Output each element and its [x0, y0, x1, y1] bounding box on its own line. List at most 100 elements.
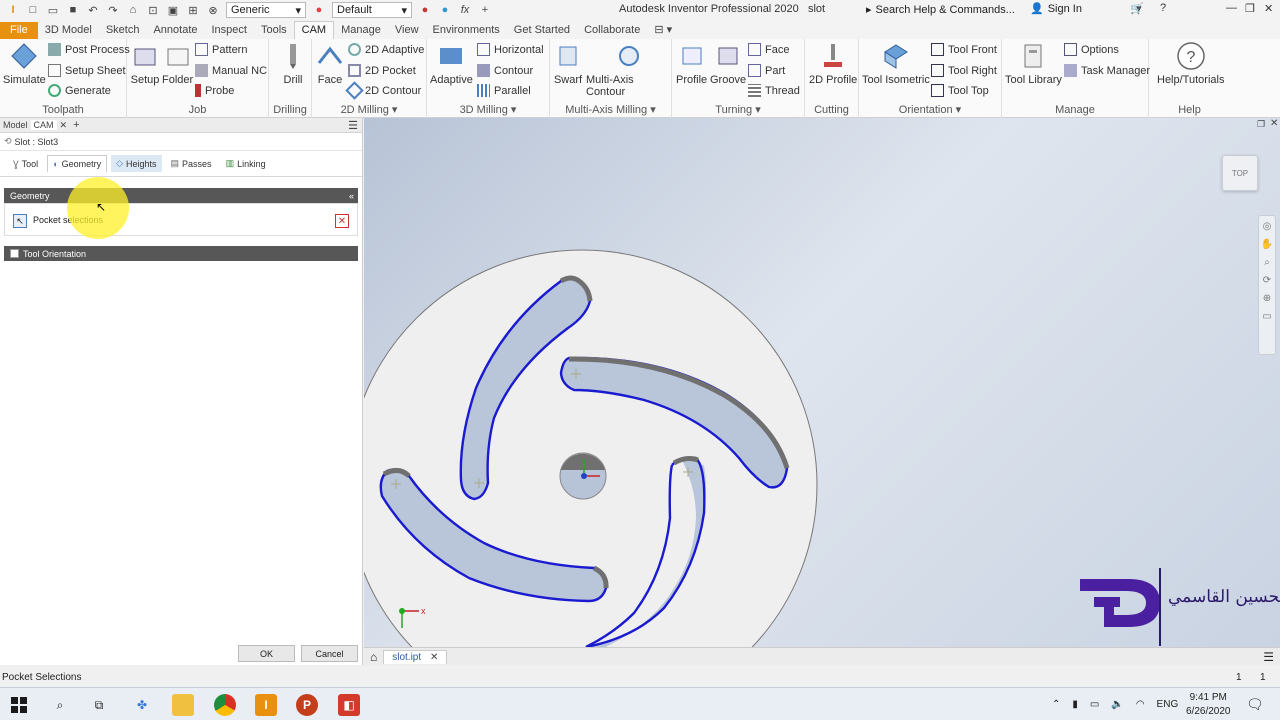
orbit-icon[interactable]: ⟳: [1263, 275, 1271, 286]
menu-sketch[interactable]: Sketch: [99, 22, 147, 39]
help-tutorials-button[interactable]: ? Help/Tutorials: [1157, 41, 1224, 86]
horizontal-button[interactable]: Horizontal: [477, 43, 544, 56]
color2-icon[interactable]: ●: [438, 3, 452, 17]
volume-icon[interactable]: 🔈: [1111, 699, 1123, 710]
select-icon[interactable]: ⊡: [146, 3, 160, 17]
drill-button[interactable]: Drill: [278, 41, 308, 86]
zoom-icon[interactable]: ⌕: [1264, 257, 1270, 268]
tool-library-button[interactable]: Tool Library: [1005, 41, 1062, 86]
2d-contour-button[interactable]: 2D Contour: [345, 81, 421, 100]
task-manager-button[interactable]: Task Manager: [1064, 64, 1150, 77]
battery-icon[interactable]: ▭: [1090, 699, 1099, 710]
viewcube[interactable]: TOP: [1222, 155, 1258, 191]
thread-button[interactable]: Thread: [748, 84, 800, 97]
chrome-icon[interactable]: [214, 694, 236, 716]
pocket-selection-row[interactable]: ↖ Pocket selections ✕: [4, 203, 358, 236]
file-explorer-icon[interactable]: [172, 694, 194, 716]
parallel-button[interactable]: Parallel: [477, 84, 531, 97]
fan-app-icon[interactable]: ✤: [131, 694, 153, 716]
windows-start-icon[interactable]: [8, 694, 30, 716]
orientation-group-label[interactable]: Orientation ▾: [859, 103, 1001, 116]
face-button[interactable]: Face: [315, 41, 345, 86]
probe-button[interactable]: Probe: [195, 84, 234, 97]
inventor-logo-icon[interactable]: I: [6, 3, 20, 17]
wifi-icon[interactable]: ◠: [1136, 699, 1145, 710]
turning-face-button[interactable]: Face: [748, 43, 789, 56]
powerpoint-icon[interactable]: P: [296, 694, 318, 716]
plus-icon[interactable]: +: [478, 3, 492, 17]
pan-icon[interactable]: ✋: [1261, 239, 1273, 250]
menu-inspect[interactable]: Inspect: [205, 22, 254, 39]
close-doc-icon[interactable]: ⊗: [206, 3, 220, 17]
menu-environments[interactable]: Environments: [426, 22, 507, 39]
tab-geometry[interactable]: ◐ Geometry: [47, 155, 108, 172]
minimize-icon[interactable]: —: [1226, 2, 1237, 14]
tab-linking[interactable]: ▥ Linking: [221, 155, 271, 172]
pattern-button[interactable]: Pattern: [195, 43, 247, 56]
menu-collaborate[interactable]: Collaborate: [577, 22, 647, 39]
clock[interactable]: 9:41 PM 6/26/2020: [1186, 688, 1231, 720]
menu-cam[interactable]: CAM: [293, 21, 335, 39]
2d-profile-button[interactable]: 2D Profile: [809, 41, 857, 86]
post-process-button[interactable]: Post Process: [48, 43, 130, 56]
add-tab-button[interactable]: +: [70, 119, 82, 131]
2d-adaptive-button[interactable]: 2D Adaptive: [348, 43, 424, 56]
viewport-close-icon[interactable]: ✕: [1270, 118, 1278, 129]
menu-annotate[interactable]: Annotate: [146, 22, 204, 39]
menu-tools[interactable]: Tools: [254, 22, 294, 39]
look-at-icon[interactable]: ⊕: [1263, 293, 1271, 304]
usb-icon[interactable]: ▮: [1072, 699, 1078, 710]
open-icon[interactable]: ▭: [46, 3, 60, 17]
viewport-maximize-icon[interactable]: ❐: [1257, 119, 1265, 130]
tab-cam[interactable]: CAM: [30, 120, 57, 130]
help-search-input[interactable]: ▸ Search Help & Commands...: [866, 1, 1026, 18]
save-icon[interactable]: ■: [66, 3, 80, 17]
menu-manage[interactable]: Manage: [334, 22, 388, 39]
doc-tab-slot[interactable]: slot.ipt ✕: [383, 649, 448, 664]
measure-icon[interactable]: ⊞: [186, 3, 200, 17]
fx-icon[interactable]: fx: [458, 3, 472, 17]
cancel-button[interactable]: Cancel: [301, 645, 358, 662]
multi-axis-group-label[interactable]: Multi-Axis Milling ▾: [550, 103, 671, 116]
menu-3d-model[interactable]: 3D Model: [38, 22, 99, 39]
appearance-select[interactable]: Generic ▾: [226, 2, 306, 18]
tab-heights[interactable]: ◇ Heights: [111, 155, 162, 172]
cart-icon[interactable]: 🛒: [1130, 2, 1144, 15]
display-style-select[interactable]: Default ▾: [332, 2, 412, 18]
task-view-icon[interactable]: ⧉: [88, 694, 110, 716]
graphics-viewport[interactable]: x TOP ❐ ✕ ◎ ✋ ⌕ ⟳ ⊕ ▭ الحسين القاسمي: [364, 118, 1280, 647]
inventor-taskbar-icon[interactable]: I: [255, 694, 277, 716]
update-icon[interactable]: ▣: [166, 3, 180, 17]
tab-passes[interactable]: ▤ Passes: [166, 155, 217, 172]
home-icon[interactable]: ⌂: [126, 3, 140, 17]
sign-in-button[interactable]: 👤 Sign In ▾: [1030, 2, 1141, 16]
ribbon-options-icon[interactable]: ⊟ ▾: [647, 21, 679, 39]
recorder-app-icon[interactable]: ◧: [338, 694, 360, 716]
panel-menu-icon[interactable]: ☰: [345, 119, 362, 132]
clear-selection-icon[interactable]: ✕: [335, 214, 349, 228]
generate-button[interactable]: Generate: [48, 84, 111, 97]
home-tab-icon[interactable]: ⌂: [364, 650, 383, 664]
folder-button[interactable]: Folder: [162, 41, 193, 86]
2d-milling-group-label[interactable]: 2D Milling ▾: [312, 103, 426, 116]
setup-button[interactable]: Setup: [130, 41, 160, 86]
undo-icon[interactable]: ↶: [86, 3, 100, 17]
options-button[interactable]: Options: [1064, 43, 1119, 56]
swarf-button[interactable]: Swarf: [553, 41, 583, 86]
new-icon[interactable]: □: [26, 3, 40, 17]
ok-button[interactable]: OK: [238, 645, 295, 662]
notifications-icon[interactable]: 🗨: [1246, 688, 1264, 720]
tool-front-button[interactable]: Tool Front: [931, 43, 997, 56]
color-icon[interactable]: ●: [418, 3, 432, 17]
maximize-icon[interactable]: ❐: [1245, 2, 1255, 15]
fit-icon[interactable]: ▭: [1262, 311, 1271, 322]
redo-icon[interactable]: ↷: [106, 3, 120, 17]
manual-nc-button[interactable]: Manual NC: [195, 64, 267, 77]
tab-model[interactable]: Model: [0, 120, 31, 130]
2d-pocket-button[interactable]: 2D Pocket: [348, 64, 416, 77]
tool-top-button[interactable]: Tool Top: [931, 84, 989, 97]
adaptive-button[interactable]: Adaptive: [430, 41, 473, 86]
search-icon[interactable]: ⌕: [49, 694, 71, 716]
3d-milling-group-label[interactable]: 3D Milling ▾: [427, 103, 549, 116]
tool-orientation-checkbox[interactable]: [10, 249, 19, 258]
